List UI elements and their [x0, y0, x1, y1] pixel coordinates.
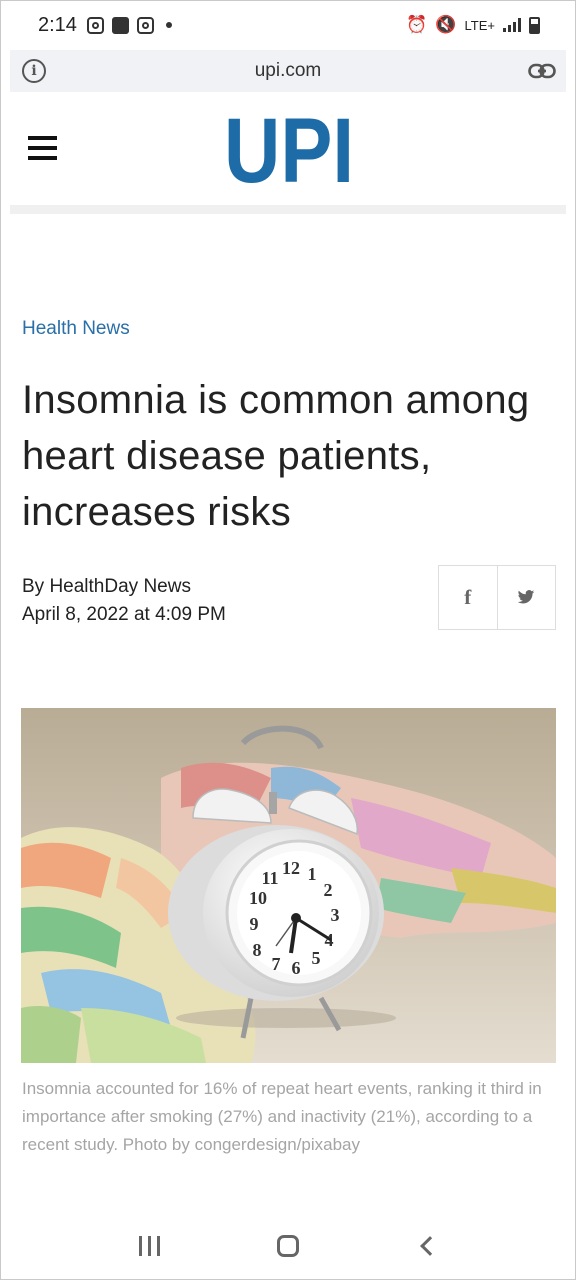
- svg-text:8: 8: [253, 940, 262, 960]
- image-caption: Insomnia accounted for 16% of repeat hea…: [22, 1079, 542, 1154]
- svg-text:5: 5: [312, 948, 321, 968]
- instagram-icon: [136, 16, 154, 34]
- more-notifications-icon: [165, 22, 172, 28]
- svg-text:1: 1: [308, 864, 317, 884]
- instagram-icon: [86, 16, 104, 34]
- svg-text:3: 3: [331, 905, 340, 925]
- home-icon: [276, 1235, 299, 1257]
- back-button[interactable]: [397, 1226, 457, 1266]
- browser-url-bar[interactable]: i upi.com: [10, 50, 566, 92]
- byline: By HealthDay News April 8, 2022 at 4:09 …: [22, 573, 226, 629]
- mute-icon: 🔇: [435, 15, 457, 34]
- svg-text:9: 9: [250, 914, 259, 934]
- network-type: LTE+: [464, 17, 495, 33]
- status-bar: 2:14 ⏰ 🔇 LTE+: [0, 0, 576, 50]
- menu-icon[interactable]: [28, 136, 57, 160]
- site-header: UPI: [10, 92, 566, 206]
- share-buttons: f: [438, 565, 556, 630]
- author: By HealthDay News: [22, 576, 191, 597]
- recent-apps-button[interactable]: [119, 1226, 179, 1266]
- logo-text: UPI: [224, 112, 354, 184]
- system-icons: ⏰ 🔇 LTE+: [406, 15, 540, 35]
- facebook-share-button[interactable]: f: [439, 566, 497, 629]
- svg-text:10: 10: [249, 888, 267, 908]
- alarm-icon: ⏰: [406, 15, 428, 34]
- home-button[interactable]: [258, 1226, 318, 1266]
- system-nav-bar: [0, 1212, 576, 1280]
- alarm-clock-photo: 12 1 2 3 4 5 6 7 8 9 10 11: [21, 708, 556, 1063]
- notification-icons: [86, 16, 172, 34]
- article-image: 12 1 2 3 4 5 6 7 8 9 10 11: [21, 708, 556, 1063]
- category-link[interactable]: Health News: [22, 318, 130, 340]
- svg-text:2: 2: [324, 880, 333, 900]
- header-divider: [10, 205, 566, 214]
- status-time: 2:14: [38, 13, 77, 36]
- svg-text:12: 12: [282, 858, 300, 878]
- back-icon: [419, 1236, 440, 1256]
- gallery-icon: [111, 16, 129, 34]
- twitter-icon: [518, 590, 535, 604]
- article-headline: Insomnia is common among heart disease p…: [22, 378, 530, 534]
- site-info-icon[interactable]: i: [22, 59, 46, 83]
- url-text[interactable]: upi.com: [255, 60, 322, 82]
- battery-icon: [529, 16, 540, 34]
- twitter-share-button[interactable]: [496, 566, 556, 629]
- recent-apps-icon: [138, 1236, 160, 1256]
- upi-logo[interactable]: UPI: [222, 112, 356, 184]
- svg-text:7: 7: [272, 954, 281, 974]
- link-icon[interactable]: [528, 60, 556, 82]
- publish-date: April 8, 2022 at 4:09 PM: [22, 604, 226, 625]
- signal-icon: [503, 18, 521, 32]
- svg-text:6: 6: [292, 958, 301, 978]
- svg-text:11: 11: [261, 868, 278, 888]
